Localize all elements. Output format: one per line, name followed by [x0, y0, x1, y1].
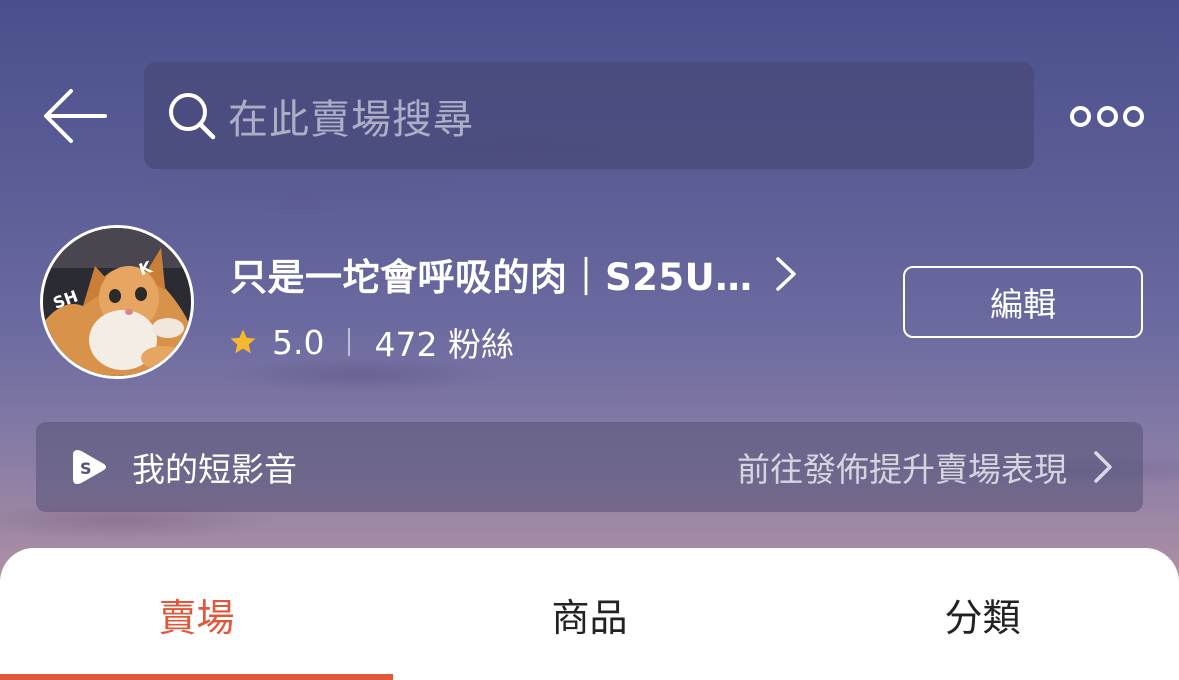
back-button[interactable] — [38, 84, 110, 148]
shop-stats: 5.0 472 粉絲 — [228, 320, 514, 364]
tab-products[interactable]: 商品 — [393, 548, 786, 680]
chevron-right-icon — [775, 256, 797, 292]
rating-value: 5.0 — [272, 322, 325, 362]
more-dots-icon — [1070, 105, 1091, 127]
tab-label: 商品 — [551, 595, 628, 640]
search-icon — [166, 90, 218, 142]
short-video-label: 我的短影音 — [132, 450, 297, 489]
follower-count: 472 粉絲 — [374, 325, 514, 364]
svg-text:S: S — [80, 459, 92, 478]
back-arrow-icon — [44, 89, 107, 143]
short-video-icon: S — [70, 447, 110, 487]
chevron-right-icon — [1093, 450, 1113, 484]
tab-label: 賣場 — [158, 595, 235, 640]
short-video-banner[interactable]: S 我的短影音 前往發佈提升賣場表現 — [36, 422, 1143, 512]
avatar[interactable]: SH K — [40, 225, 194, 379]
shop-name-link[interactable]: 只是一坨會呼吸的肉｜S25U… — [230, 248, 797, 300]
tab-categories[interactable]: 分類 — [786, 548, 1179, 680]
star-icon — [228, 326, 260, 358]
tab-label: 分類 — [944, 595, 1021, 640]
tab-bar: 賣場 商品 分類 — [0, 548, 1179, 680]
cat-avatar-image: SH K — [43, 228, 191, 376]
short-video-cta: 前往發佈提升賣場表現 — [737, 450, 1067, 489]
search-placeholder: 在此賣場搜尋 — [228, 96, 474, 143]
stats-divider — [348, 328, 351, 356]
more-options-button[interactable] — [1070, 98, 1144, 134]
search-input[interactable]: 在此賣場搜尋 — [144, 62, 1034, 169]
active-tab-indicator — [0, 674, 393, 680]
tab-shop[interactable]: 賣場 — [0, 548, 393, 680]
shop-name: 只是一坨會呼吸的肉｜S25U… — [230, 256, 753, 299]
edit-button[interactable]: 編輯 — [903, 266, 1143, 338]
